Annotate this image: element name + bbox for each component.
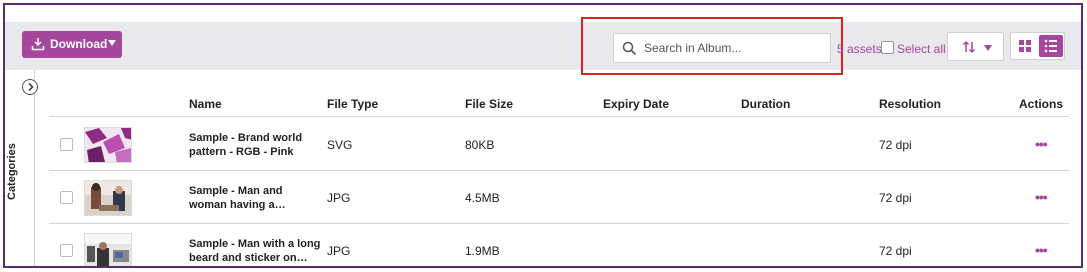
sort-arrows-icon xyxy=(962,40,976,54)
column-header-expiry-date[interactable]: Expiry Date xyxy=(603,97,669,111)
select-all-label[interactable]: Select all xyxy=(897,42,946,56)
categories-sidebar: Categories xyxy=(5,70,38,266)
asset-file-type: JPG xyxy=(327,244,351,258)
download-button[interactable]: Download xyxy=(22,31,122,58)
pattern-thumbnail-image xyxy=(85,128,131,162)
table-header: Name File Type File Size Expiry Date Dur… xyxy=(49,92,1069,117)
column-header-file-size[interactable]: File Size xyxy=(465,97,513,111)
app-frame: Download 5 assets Select all xyxy=(3,3,1083,268)
download-tray-icon xyxy=(31,38,45,51)
row-checkbox[interactable] xyxy=(60,191,73,204)
asset-file-size: 80KB xyxy=(465,138,495,152)
search-icon xyxy=(622,41,637,56)
chevron-right-icon xyxy=(28,82,34,92)
chevron-down-icon xyxy=(984,45,992,51)
sidebar-expand-button[interactable] xyxy=(22,79,38,95)
asset-resolution: 72 dpi xyxy=(879,138,912,152)
assets-count: 5 assets xyxy=(837,42,882,56)
table-row[interactable]: Sample - Man with a long beard and stick… xyxy=(49,225,1069,266)
select-all-checkbox[interactable] xyxy=(881,41,894,54)
sort-button[interactable] xyxy=(947,32,1004,61)
grid-view-button[interactable] xyxy=(1013,35,1037,57)
chevron-down-icon xyxy=(108,40,116,46)
photo-thumbnail-image xyxy=(85,181,131,215)
grid-view-icon xyxy=(1019,40,1031,52)
column-header-resolution[interactable]: Resolution xyxy=(879,97,941,111)
column-header-actions: Actions xyxy=(1019,97,1064,111)
asset-thumbnail[interactable] xyxy=(84,127,132,163)
asset-thumbnail[interactable] xyxy=(84,180,132,216)
column-header-file-type[interactable]: File Type xyxy=(327,97,378,111)
asset-file-type: JPG xyxy=(327,191,351,205)
asset-thumbnail[interactable] xyxy=(84,233,132,266)
table-row[interactable]: Sample - Brand world pattern - RGB - Pin… xyxy=(49,119,1069,171)
asset-name[interactable]: Sample - Man and woman having a discussi… xyxy=(189,184,321,212)
more-actions-icon[interactable]: ••• xyxy=(1035,242,1048,258)
row-checkbox[interactable] xyxy=(60,244,73,257)
column-header-duration[interactable]: Duration xyxy=(741,97,790,111)
asset-file-type: SVG xyxy=(327,138,353,152)
asset-file-size: 1.9MB xyxy=(465,244,500,258)
list-view-icon xyxy=(1044,39,1057,53)
search-box[interactable] xyxy=(613,33,831,63)
asset-name[interactable]: Sample - Man with a long beard and stick… xyxy=(189,237,321,265)
asset-resolution: 72 dpi xyxy=(879,244,912,258)
search-input[interactable] xyxy=(644,38,824,58)
asset-resolution: 72 dpi xyxy=(879,191,912,205)
more-actions-icon[interactable]: ••• xyxy=(1035,136,1048,152)
table-row[interactable]: Sample - Man and woman having a discussi… xyxy=(49,172,1069,224)
asset-name[interactable]: Sample - Brand world pattern - RGB - Pin… xyxy=(189,131,321,159)
list-view-button[interactable] xyxy=(1039,35,1063,57)
column-header-name[interactable]: Name xyxy=(189,97,222,111)
row-checkbox[interactable] xyxy=(60,138,73,151)
download-label: Download xyxy=(50,37,108,51)
categories-label[interactable]: Categories xyxy=(6,140,18,200)
more-actions-icon[interactable]: ••• xyxy=(1035,189,1048,205)
photo-thumbnail-image xyxy=(85,234,131,266)
view-toggle xyxy=(1010,32,1065,60)
asset-file-size: 4.5MB xyxy=(465,191,500,205)
